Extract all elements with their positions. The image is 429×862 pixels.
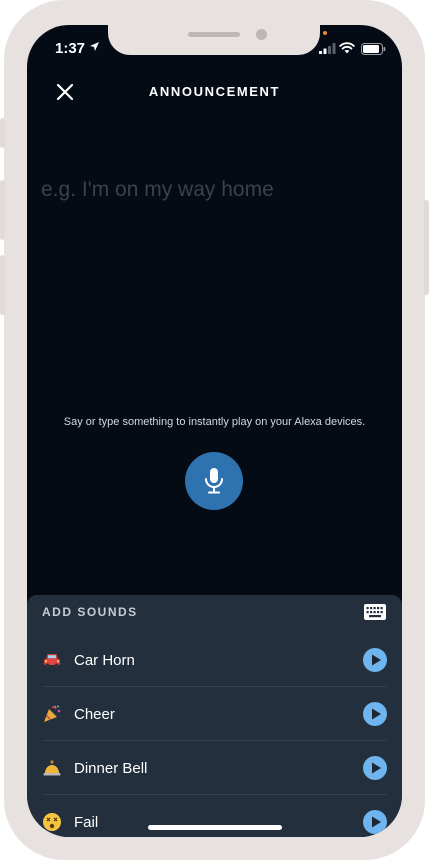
keyboard-icon: [364, 604, 386, 620]
play-icon: [372, 762, 381, 774]
bell-icon: [43, 760, 61, 776]
microphone-button[interactable]: [185, 452, 243, 510]
car-icon: [44, 654, 60, 668]
party-popper-icon: [44, 705, 61, 722]
play-button[interactable]: [363, 702, 387, 726]
sound-item-fail[interactable]: Fail: [27, 795, 402, 837]
play-button[interactable]: [363, 810, 387, 834]
sound-item-label: Dinner Bell: [74, 760, 148, 777]
play-icon: [372, 816, 381, 828]
notch: [108, 25, 320, 55]
home-indicator[interactable]: [148, 825, 282, 830]
app-screen: 1:37 ANNOUNCEMENT Say or type something …: [27, 25, 402, 837]
sound-item-dinner-bell[interactable]: Dinner Bell: [27, 741, 402, 795]
status-time: 1:37: [55, 40, 86, 57]
phone-side-button: [0, 180, 5, 240]
dizzy-face-icon: [43, 813, 61, 831]
phone-side-button: [0, 118, 5, 148]
phone-side-button: [424, 200, 429, 295]
play-icon: [372, 708, 381, 720]
sound-item-label: Car Horn: [74, 652, 135, 669]
battery-icon: [361, 43, 386, 55]
announcement-input[interactable]: [41, 170, 371, 210]
sound-item-label: Fail: [74, 814, 99, 831]
sound-item-car-horn[interactable]: Car Horn: [27, 633, 402, 687]
play-button[interactable]: [363, 648, 387, 672]
front-camera: [256, 29, 267, 40]
sound-item-cheer[interactable]: Cheer: [27, 687, 402, 741]
microphone-icon: [205, 468, 223, 494]
add-sounds-panel: ADD SOUNDS Car Horn Cheer Dinner Bell Fa…: [27, 595, 402, 837]
page-title: ANNOUNCEMENT: [148, 84, 281, 99]
helper-text: Say or type something to instantly play …: [63, 416, 366, 428]
play-button[interactable]: [363, 756, 387, 780]
play-icon: [372, 654, 381, 666]
location-arrow-icon: [90, 42, 99, 51]
sound-item-label: Cheer: [74, 706, 115, 723]
speaker: [188, 32, 240, 37]
privacy-indicator-dot: [323, 31, 327, 35]
keyboard-button[interactable]: [364, 604, 386, 625]
cellular-signal-icon: [319, 43, 336, 54]
wifi-icon: [339, 42, 355, 54]
phone-side-button: [0, 255, 5, 315]
add-sounds-title: ADD SOUNDS: [42, 605, 138, 619]
